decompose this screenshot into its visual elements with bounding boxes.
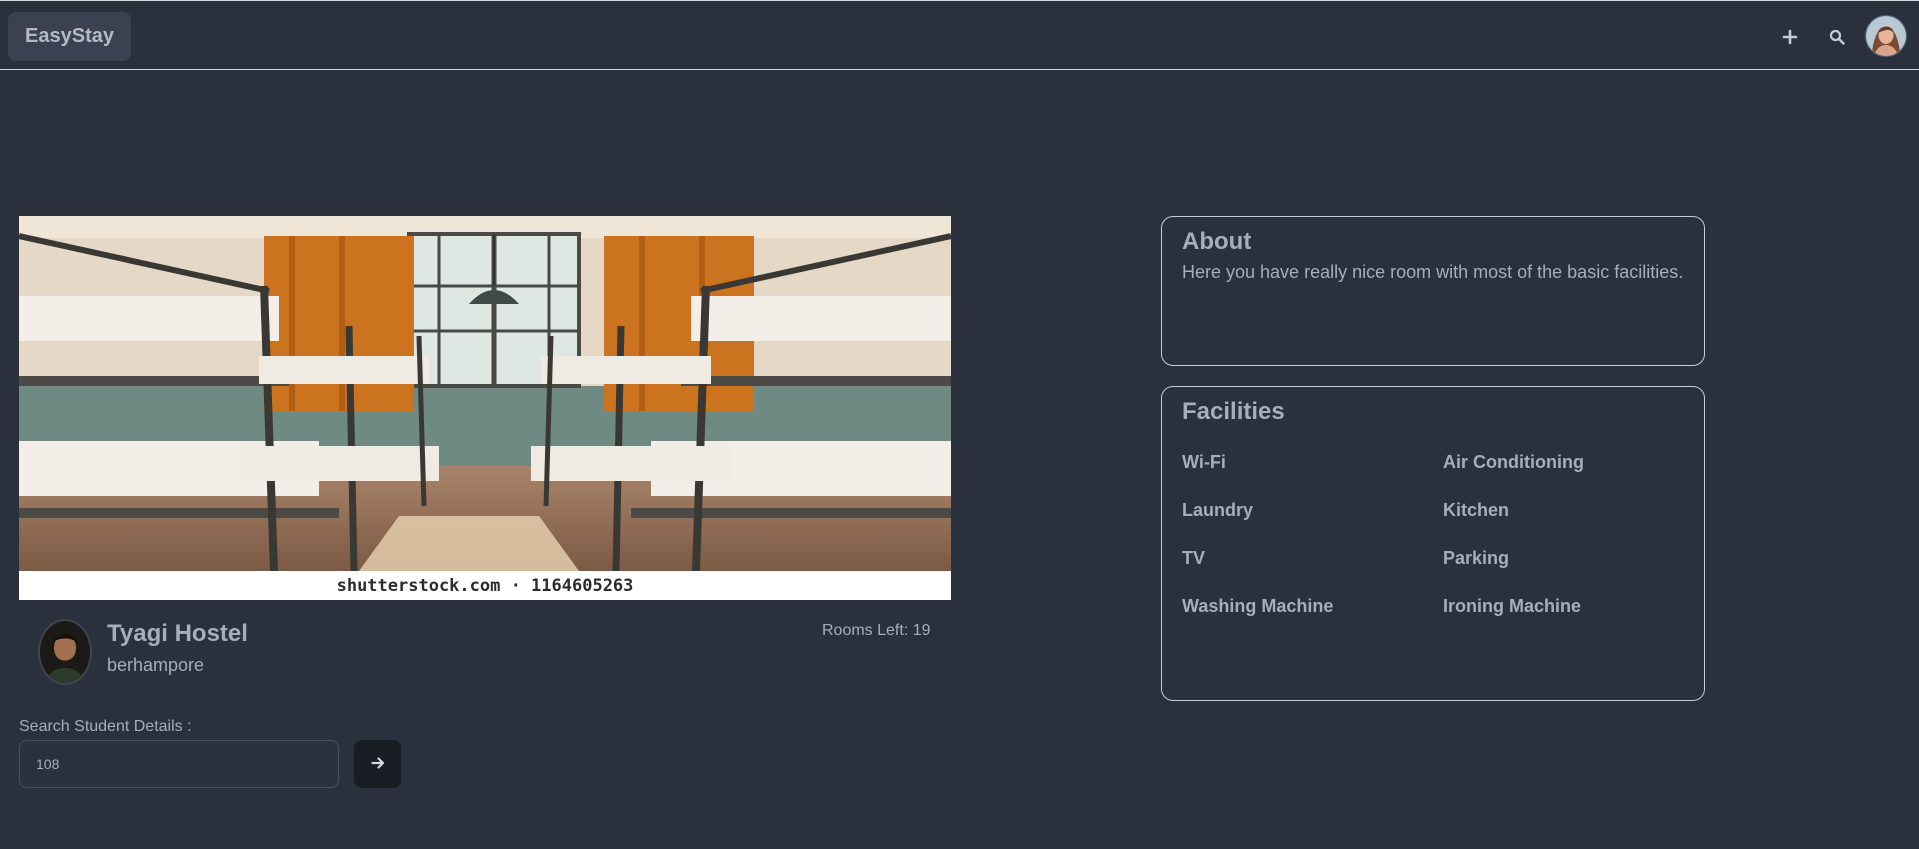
search-icon[interactable] (1823, 23, 1851, 51)
search-submit-button[interactable] (354, 740, 401, 788)
owner-avatar (38, 619, 92, 685)
about-text: Here you have really nice room with most… (1182, 262, 1684, 282)
user-avatar[interactable] (1865, 15, 1907, 57)
facility-item: Laundry (1182, 500, 1254, 520)
brand-logo-button[interactable]: EasyStay (8, 12, 131, 61)
top-navbar: EasyStay (0, 0, 1919, 70)
facility-item: Washing Machine (1182, 596, 1334, 616)
rooms-left-count: Rooms Left: 19 (822, 622, 931, 639)
facility-item: Kitchen (1443, 500, 1510, 520)
plus-icon[interactable] (1776, 23, 1804, 51)
facilities-list: Wi-Fi Air Conditioning Laundry Kitchen T… (1182, 452, 1684, 617)
about-card: About Here you have really nice room wit… (1161, 216, 1705, 366)
hostel-name: Tyagi Hostel (107, 620, 248, 647)
arrow-right-icon (370, 756, 385, 773)
facility-item: Ironing Machine (1443, 596, 1582, 616)
facilities-card: Facilities Wi-Fi Air Conditioning Laundr… (1161, 386, 1705, 701)
search-student-input[interactable] (19, 740, 339, 788)
search-student-label: Search Student Details : (19, 718, 192, 735)
facility-item: TV (1182, 548, 1206, 568)
facility-item: Air Conditioning (1443, 452, 1584, 472)
hostel-photo: shutterstock.com · 1164605263 (19, 216, 951, 600)
image-watermark: shutterstock.com · 1164605263 (19, 571, 951, 600)
facility-item: Parking (1443, 548, 1510, 568)
facilities-title: Facilities (1182, 398, 1285, 425)
facility-item: Wi-Fi (1182, 452, 1226, 472)
hostel-city: berhampore (107, 655, 205, 675)
about-title: About (1182, 228, 1252, 255)
